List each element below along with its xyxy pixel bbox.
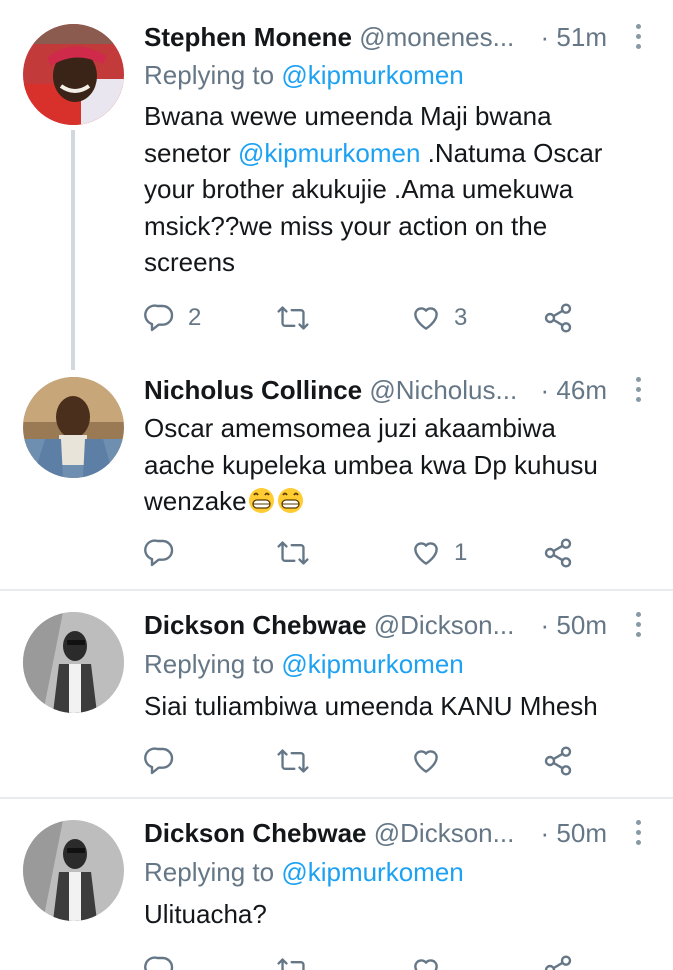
tweet-actions <box>144 950 584 970</box>
tweet-divider <box>0 589 673 591</box>
text-line: Bwana wewe umeenda Maji bwana <box>144 101 552 131</box>
like-button[interactable] <box>410 741 442 781</box>
share-button[interactable] <box>542 298 574 338</box>
author-handle[interactable]: @Dickson... <box>374 610 515 640</box>
tweet-time[interactable]: · 46m <box>541 373 607 407</box>
thread-line <box>71 130 75 370</box>
reply-icon <box>144 304 174 332</box>
replying-to: Replying to @kipmurkomen <box>144 58 464 92</box>
replying-to-label: Replying to <box>144 649 282 679</box>
like-icon <box>414 959 438 970</box>
tweet-dickson-chebwae[interactable]: Dickson Chebwae @Dickson... · 50m Replyi… <box>0 592 673 798</box>
share-icon <box>544 746 572 776</box>
more-icon[interactable] <box>633 24 643 54</box>
replying-to-label: Replying to <box>144 857 282 887</box>
author-name[interactable]: Dickson Chebwae <box>144 818 367 848</box>
reply-icon <box>144 956 174 970</box>
retweet-button[interactable] <box>276 533 310 573</box>
avatar-dickson-chebwae[interactable] <box>23 820 124 921</box>
reply-button[interactable] <box>144 741 176 781</box>
tweet-header: Nicholus Collince @Nicholus... <box>144 373 603 407</box>
more-icon[interactable] <box>633 612 643 642</box>
more-icon[interactable] <box>633 820 643 850</box>
text-line: senetor @kipmurkomen .Natuma Oscar <box>144 135 644 172</box>
tweet-time[interactable]: · 50m <box>541 816 607 850</box>
like-icon <box>414 307 438 330</box>
tweet-dickson-chebwae-2[interactable]: Dickson Chebwae @Dickson... · 50m Replyi… <box>0 800 673 970</box>
like-count: 3 <box>454 304 468 331</box>
retweet-icon <box>277 306 309 330</box>
author-name[interactable]: Stephen Monene <box>144 22 352 52</box>
avatar-nicholus-collince[interactable] <box>23 377 124 478</box>
like-button[interactable] <box>410 950 442 970</box>
tweet-text: Oscar amemsomea juzi akaambiwa aache kup… <box>144 410 644 520</box>
replying-to-label: Replying to <box>144 60 282 90</box>
reply-button[interactable] <box>144 950 176 970</box>
text-line: your brother akukujie .Ama umekuwa <box>144 174 574 204</box>
retweet-icon <box>277 541 309 565</box>
grin-emoji-icon <box>277 488 303 513</box>
share-icon <box>544 538 572 568</box>
grin-emoji-icon <box>248 488 274 513</box>
tweet-time[interactable]: · 51m <box>541 20 607 54</box>
retweet-icon <box>277 958 305 970</box>
reply-button[interactable] <box>144 533 188 573</box>
share-button[interactable] <box>542 950 574 970</box>
tweet-actions: 1 <box>144 533 584 573</box>
share-button[interactable] <box>542 741 574 781</box>
like-button[interactable]: 1 <box>410 533 467 573</box>
tweet-nicholus-collince[interactable]: Nicholus Collince @Nicholus... · 46m Osc… <box>0 360 673 588</box>
tweet-stephen-monene[interactable]: Stephen Monene @monenes... · 51m Replyin… <box>0 0 673 370</box>
tweet-text: Siai tuliambiwa umeenda KANU Mhesh <box>144 688 644 725</box>
text-line: wenzake😁😁 <box>144 483 644 520</box>
replying-to: Replying to @kipmurkomen <box>144 855 464 889</box>
tweet-time[interactable]: · 50m <box>541 608 607 642</box>
replying-to-mention[interactable]: @kipmurkomen <box>281 60 463 90</box>
retweet-button[interactable] <box>276 298 310 338</box>
text-fragment: .Natuma Oscar <box>420 137 603 168</box>
replying-to-mention[interactable]: @kipmurkomen <box>281 649 463 679</box>
tweet-text: Ulituacha? <box>144 896 644 933</box>
like-icon <box>414 750 438 773</box>
share-button[interactable] <box>542 533 574 573</box>
tweet-header: Dickson Chebwae @Dickson... <box>144 816 603 850</box>
text-line: Ulituacha? <box>144 899 267 929</box>
reply-icon <box>144 539 174 567</box>
tweet-actions <box>144 741 584 781</box>
text-line: msick??we miss your action on the <box>144 210 548 241</box>
author-handle[interactable]: @Nicholus... <box>369 375 517 405</box>
text-fragment: senetor <box>144 137 238 168</box>
avatar-dickson-chebwae[interactable] <box>23 612 124 713</box>
tweet-header: Dickson Chebwae @Dickson... <box>144 608 603 642</box>
more-icon[interactable] <box>633 377 643 407</box>
retweet-button[interactable] <box>276 741 310 781</box>
mention-link[interactable]: @kipmurkomen <box>238 138 420 168</box>
share-icon <box>544 955 572 970</box>
text-fragment: wenzake <box>144 486 247 516</box>
like-count: 1 <box>454 539 468 566</box>
tweet-header: Stephen Monene @monenes... <box>144 20 603 54</box>
replying-to: Replying to @kipmurkomen <box>144 647 464 681</box>
like-button[interactable]: 3 <box>410 298 467 338</box>
avatar-stephen-monene[interactable] <box>23 24 124 125</box>
text-line: Siai tuliambiwa umeenda KANU Mhesh <box>144 691 598 721</box>
author-name[interactable]: Nicholus Collince <box>144 375 362 405</box>
reply-button[interactable]: 2 <box>144 298 201 338</box>
text-line: screens <box>144 247 236 277</box>
author-handle[interactable]: @Dickson... <box>374 818 515 848</box>
text-line: Oscar amemsomea juzi akaambiwa <box>144 413 556 443</box>
tweet-actions: 2 3 <box>144 298 584 338</box>
reply-count: 2 <box>188 304 202 331</box>
replying-to-mention[interactable]: @kipmurkomen <box>281 857 463 887</box>
text-line: aache kupeleka umbea kwa Dp kuhusu <box>144 449 598 480</box>
tweet-text: Bwana wewe umeenda Maji bwana senetor @k… <box>144 98 644 281</box>
retweet-button[interactable] <box>276 950 310 970</box>
share-icon <box>544 303 572 333</box>
author-handle[interactable]: @monenes... <box>359 22 514 52</box>
retweet-icon <box>277 749 309 773</box>
tweet-divider <box>0 797 673 799</box>
author-name[interactable]: Dickson Chebwae <box>144 610 367 640</box>
like-icon <box>414 542 438 565</box>
reply-icon <box>144 747 174 775</box>
